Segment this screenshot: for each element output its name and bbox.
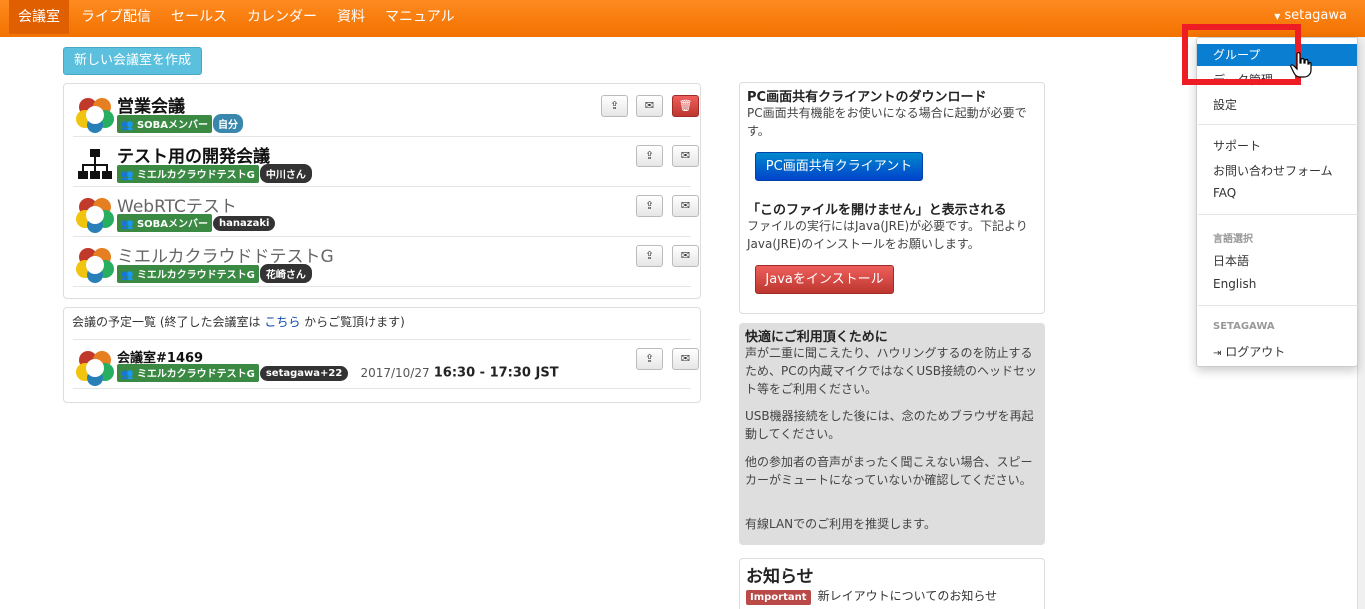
tips-paragraph: 他の参加者の音声がまったく聞こえない場合、スピーカーがミュートになっていないか確… (745, 455, 1033, 487)
menu-item-support[interactable]: サポート (1213, 137, 1261, 154)
envelope-icon: ✉ (680, 199, 691, 212)
mail-button[interactable]: ✉ (672, 195, 699, 217)
delete-button[interactable]: 🗑 (672, 95, 699, 117)
flower-logo-icon (76, 198, 114, 233)
room-item[interactable]: WebRTCテスト 👥 SOBAメンバー hanazaki ⇪ ✉ (73, 187, 699, 237)
hand-cursor-icon (1290, 52, 1312, 78)
warning-text: ファイルの実行にはJava(JRE)が必要です。下記よりJava(JRE)のイン… (747, 219, 1028, 251)
tips-paragraph: 有線LANでのご利用を推奨します。 (745, 517, 936, 531)
flower-logo-icon (76, 351, 114, 386)
owner-badge: 中川さん (259, 164, 312, 183)
share-button[interactable]: ⇪ (636, 145, 663, 167)
menu-item-settings[interactable]: 設定 (1213, 96, 1237, 113)
share-button[interactable]: ⇪ (636, 348, 663, 370)
news-link[interactable]: 新レイアウトについてのお知らせ (818, 589, 997, 603)
user-header: SETAGAWA (1213, 321, 1275, 332)
flower-logo-icon (76, 98, 114, 133)
flower-logo-icon (76, 248, 114, 283)
owner-badge: setagawa+22 (259, 365, 349, 381)
scrollbar[interactable] (1357, 37, 1365, 609)
share-icon: ⇪ (644, 249, 655, 262)
group-tag: 👥 SOBAメンバー (117, 214, 213, 232)
install-java-button[interactable]: Javaをインストール (755, 265, 894, 294)
group-tag: 👥 ミエルカクラウドテストG (117, 164, 259, 183)
share-icon: ⇪ (609, 99, 620, 112)
important-badge: Important (746, 590, 811, 605)
room-item[interactable]: テスト用の開発会議 👥 ミエルカクラウドテストG 中川さん ⇪ ✉ (73, 137, 699, 187)
org-chart-icon (78, 149, 112, 179)
menu-item-faq[interactable]: FAQ (1213, 186, 1236, 200)
create-room-button[interactable]: 新しい会議室を作成 (63, 47, 202, 75)
schedule-header: 会議の予定一覧 (終了した会議室は こちら からご覧頂けます) (72, 315, 405, 329)
past-rooms-link[interactable]: こちら (264, 315, 300, 329)
nav-live[interactable]: ライブ配信 (72, 0, 160, 34)
language-header: 言語選択 (1213, 234, 1253, 245)
logout-icon: ⇥ (1213, 348, 1222, 359)
menu-item-contact-form[interactable]: お問い合わせフォーム (1213, 162, 1333, 179)
nav-sales[interactable]: セールス (162, 0, 236, 34)
owner-badge: hanazaki (213, 215, 276, 231)
menu-divider (1198, 214, 1358, 215)
envelope-icon: ✉ (680, 352, 691, 365)
share-button[interactable]: ⇪ (636, 195, 663, 217)
tips-panel: 快適にご利用頂くために 声が二重に聞こえたり、ハウリングするのを防止するため、P… (739, 323, 1045, 545)
room-item[interactable]: 営業会議 👥 SOBAメンバー 自分 ⇪ ✉ 🗑 (73, 87, 699, 137)
menu-item-japanese[interactable]: 日本語 (1213, 252, 1249, 269)
highlight-annotation (1182, 24, 1301, 85)
tips-title: 快適にご利用頂くために (745, 330, 888, 345)
envelope-icon: ✉ (680, 249, 691, 262)
owner-badge: 花崎さん (259, 264, 312, 283)
schedule-time: 16:30 - 17:30 JST (433, 365, 559, 381)
envelope-icon: ✉ (680, 149, 691, 162)
download-text: PC画面共有機能をお使いになる場合に起動が必要です。 (747, 106, 1027, 138)
schedule-panel: 会議の予定一覧 (終了した会議室は こちら からご覧頂けます) 会議室#1469… (63, 307, 701, 403)
share-button[interactable]: ⇪ (636, 245, 663, 267)
menu-item-logout[interactable]: ⇥ ログアウト (1213, 343, 1285, 360)
warning-title: 「このファイルを開けません」と表示される (747, 203, 1007, 218)
download-panel: PC画面共有クライアントのダウンロード PC画面共有機能をお使いになる場合に起動… (739, 82, 1045, 314)
rooms-panel: 営業会議 👥 SOBAメンバー 自分 ⇪ ✉ 🗑 テスト用の開発会議 👥 ミエルカ… (63, 83, 701, 299)
group-tag: 👥 ミエルカクラウドテストG (117, 264, 259, 283)
user-dropdown-menu: グループ データ管理 設定 サポート お問い合わせフォーム FAQ 言語選択 日… (1196, 37, 1358, 367)
caret-down-icon: ▼ (1274, 12, 1281, 21)
pc-client-download-button[interactable]: PC画面共有クライアント (755, 152, 923, 181)
mail-button[interactable]: ✉ (672, 348, 699, 370)
download-title: PC画面共有クライアントのダウンロード (747, 90, 987, 105)
schedule-date: 2017/10/27 (360, 365, 430, 380)
nav-manual[interactable]: マニュアル (376, 0, 464, 34)
tips-paragraph: 声が二重に聞こえたり、ハウリングするのを防止するため、PCの内蔵マイクではなくU… (745, 346, 1038, 396)
mail-button[interactable]: ✉ (636, 95, 663, 117)
nav-meeting-rooms[interactable]: 会議室 (9, 0, 69, 34)
share-icon: ⇪ (644, 199, 655, 212)
mail-button[interactable]: ✉ (672, 245, 699, 267)
menu-item-english[interactable]: English (1213, 277, 1256, 291)
menu-divider (1198, 124, 1358, 125)
news-panel: お知らせ Important 新レイアウトについてのお知らせ (739, 558, 1045, 609)
mail-button[interactable]: ✉ (672, 145, 699, 167)
share-icon: ⇪ (644, 149, 655, 162)
group-tag: 👥 ミエルカクラウドテストG (117, 364, 259, 382)
envelope-icon: ✉ (644, 99, 655, 112)
top-navbar: 会議室 ライブ配信 セールス カレンダー 資料 マニュアル ▼ setagawa (0, 0, 1365, 37)
news-title: お知らせ (746, 567, 814, 587)
trash-icon: 🗑 (678, 99, 693, 112)
room-item[interactable]: ミエルカクラウドドテストG 👥 ミエルカクラウドテストG 花崎さん ⇪ ✉ (73, 237, 699, 287)
share-button[interactable]: ⇪ (601, 95, 628, 117)
tips-paragraph: USB機器接続をした後には、念のためブラウザを再起動してください。 (745, 409, 1034, 441)
nav-materials[interactable]: 資料 (328, 0, 374, 34)
user-name: setagawa (1284, 8, 1347, 23)
group-tag: 👥 SOBAメンバー (117, 114, 213, 133)
scheduled-room-item[interactable]: 会議室#1469 👥 ミエルカクラウドテストG setagawa+22 2017/… (73, 339, 699, 389)
share-icon: ⇪ (644, 352, 655, 365)
nav-calendar[interactable]: カレンダー (238, 0, 326, 34)
menu-divider (1198, 305, 1358, 306)
owner-badge: 自分 (213, 114, 244, 133)
